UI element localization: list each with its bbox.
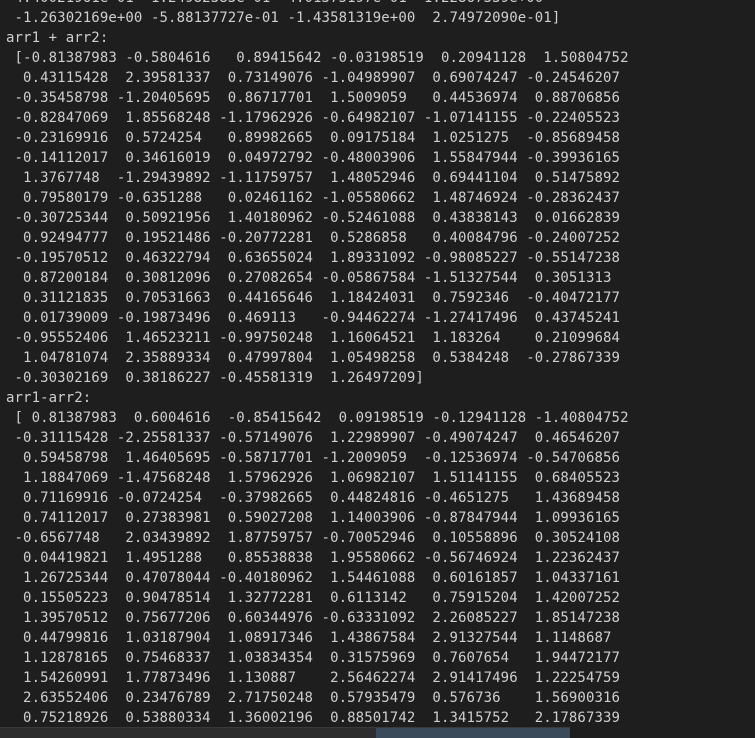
console-line: 0.04419821 1.4951288 0.85538838 1.955806… [6,550,621,566]
console-line: 0.87200184 0.30812096 0.27082654 -0.0586… [6,270,612,286]
console-output: -4.40021961e-01 1.24982383e-01 -4.013751… [0,0,755,724]
console-line: 0.31121835 0.70531663 0.44165646 1.18424… [6,290,621,306]
console-line: -1.26302169e+00 -5.88137727e-01 -1.43581… [6,10,561,26]
console-line: 1.04781074 2.35889334 0.47997804 1.05498… [6,350,621,366]
console-line: 1.18847069 -1.47568248 1.57962926 1.0698… [6,470,621,486]
console-line: -0.30302169 0.38186227 -0.45581319 1.264… [6,370,424,386]
console-line: 0.92494777 0.19521486 -0.20772281 0.5286… [6,230,621,246]
console-line: 0.75218926 0.53880334 1.36002196 0.88501… [6,710,621,724]
console-line: -4.40021961e-01 1.24982383e-01 -4.013751… [6,0,755,8]
console-line: 1.39570512 0.75677206 0.60344976 -0.6333… [6,610,621,626]
console-line: -0.23169916 0.5724254 0.89982665 0.09175… [6,130,621,146]
console-line: 0.74112017 0.27383981 0.59027208 1.14003… [6,510,621,526]
console-line: -0.31115428 -2.25581337 -0.57149076 1.22… [6,430,621,446]
console-line: -0.82847069 1.85568248 -1.17962926 -0.64… [6,110,621,126]
console-line: -0.35458798 -1.20405695 0.86717701 1.500… [6,90,621,106]
console-line: 0.15505223 0.90478514 1.32772281 0.61131… [6,590,621,606]
console-line: 2.63552406 0.23476789 2.71750248 0.57935… [6,690,621,706]
console-line: -0.95552406 1.46523211 -0.99750248 1.160… [6,330,621,346]
console-line: 1.12878165 0.75468337 1.03834354 0.31575… [6,650,621,666]
console-line: -0.6567748 2.03439892 1.87759757 -0.7005… [6,530,621,546]
console-line: arr1 + arr2: [6,30,109,46]
console-line: 0.01739009 -0.19873496 0.469113 -0.94462… [6,310,621,326]
console-line: 0.59458798 1.46405695 -0.58717701 -1.200… [6,450,621,466]
console-line: -0.14112017 0.34616019 0.04972792 -0.480… [6,150,621,166]
console-line: -0.30725344 0.50921956 1.40180962 -0.524… [6,210,621,226]
console-line: arr1-arr2: [6,390,92,406]
bottom-bar [0,724,755,738]
console-line: 0.71169916 -0.0724254 -0.37982665 0.4482… [6,490,621,506]
console-line: 0.44799816 1.03187904 1.08917346 1.43867… [6,630,612,646]
console-line: 1.26725344 0.47078044 -0.40180962 1.5446… [6,570,621,586]
console-line: [ 0.81387983 0.6004616 -0.85415642 0.091… [6,410,629,426]
console-line: 0.43115428 2.39581337 0.73149076 -1.0498… [6,70,621,86]
console-line: -0.19570512 0.46322794 0.63655024 1.8933… [6,250,621,266]
console-line: [-0.81387983 -0.5804616 0.89415642 -0.03… [6,50,629,66]
console-line: 0.79580179 -0.6351288 0.02461162 -1.0558… [6,190,621,206]
panel-tab-strip[interactable] [376,728,570,738]
console-line: 1.3767748 -1.29439892 -1.11759757 1.4805… [6,170,621,186]
console-line: 1.54260991 1.77873496 1.130887 2.5646227… [6,670,621,686]
